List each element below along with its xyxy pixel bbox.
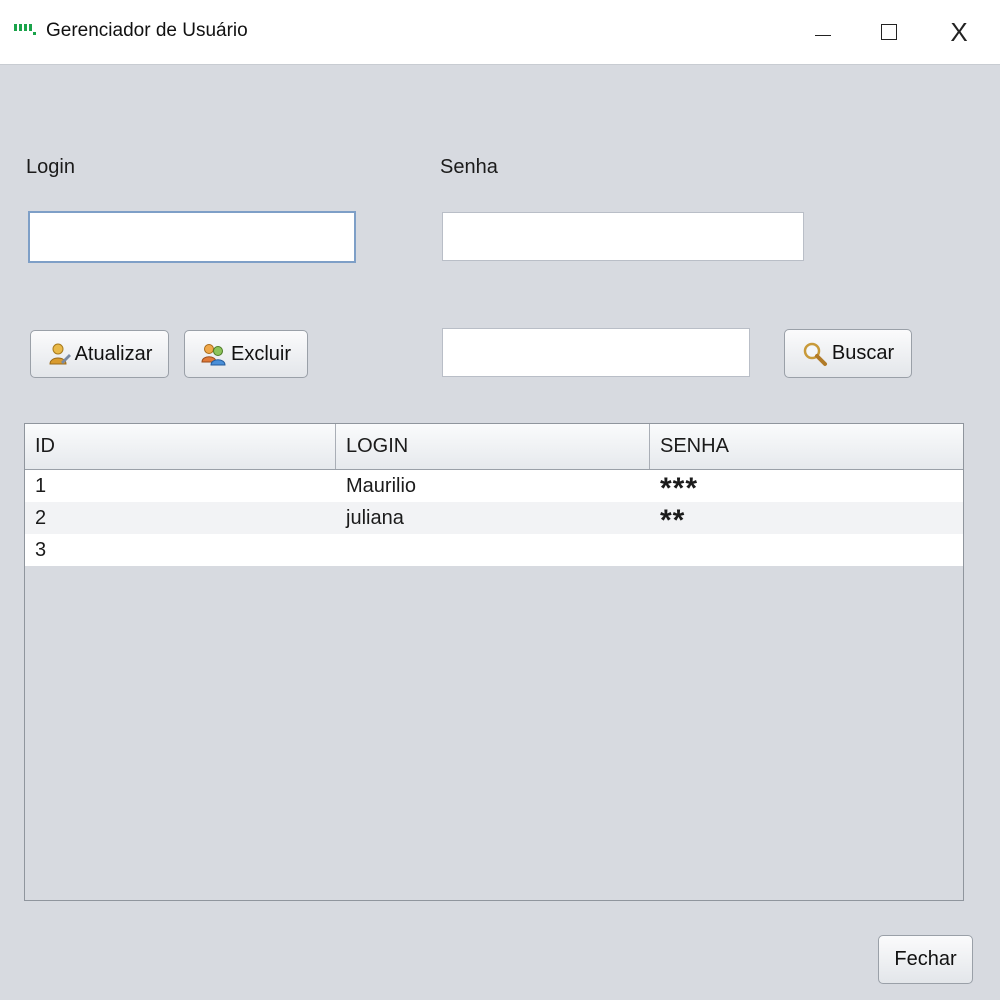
table-row[interactable]: 1 Maurilio *** — [25, 470, 963, 505]
table-row[interactable]: 3 — [25, 534, 963, 566]
close-icon: X — [950, 16, 968, 47]
senha-input[interactable] — [442, 212, 804, 261]
fechar-label: Fechar — [894, 948, 957, 970]
minimize-icon — [815, 34, 831, 36]
cell-login: Maurilio — [346, 474, 417, 497]
maximize-button[interactable] — [866, 14, 912, 50]
user-edit-icon — [49, 343, 71, 365]
login-input[interactable] — [28, 211, 356, 263]
buscar-label: Buscar — [831, 342, 895, 364]
table-row[interactable]: 2 juliana ** — [25, 502, 963, 537]
search-input[interactable] — [442, 328, 750, 377]
column-header-login[interactable]: LOGIN — [336, 424, 650, 469]
fechar-button[interactable]: Fechar — [878, 935, 973, 984]
close-button[interactable]: X — [936, 14, 982, 50]
table-header: ID LOGIN SENHA — [25, 424, 963, 470]
app-icon — [14, 24, 36, 35]
excluir-button[interactable]: Excluir — [184, 330, 308, 378]
maximize-icon — [881, 24, 897, 40]
cell-senha — [650, 534, 963, 566]
title-bar: Gerenciador de Usuário X — [0, 0, 1000, 65]
minimize-button[interactable] — [800, 14, 846, 50]
buscar-button[interactable]: Buscar — [784, 329, 912, 378]
window-title: Gerenciador de Usuário — [46, 20, 248, 41]
senha-label: Senha — [440, 156, 498, 178]
cell-senha: ** — [660, 504, 686, 537]
atualizar-button[interactable]: Atualizar — [30, 330, 169, 378]
cell-login: juliana — [346, 506, 404, 529]
cell-id: 1 — [35, 474, 47, 497]
cell-login — [336, 534, 650, 566]
users-delete-icon — [201, 344, 226, 366]
cell-id: 2 — [35, 506, 47, 529]
column-header-id[interactable]: ID — [25, 424, 336, 469]
magnifier-icon — [803, 342, 827, 366]
login-label: Login — [26, 156, 75, 178]
cell-id: 3 — [35, 538, 47, 561]
excluir-label: Excluir — [230, 342, 291, 365]
cell-senha: *** — [660, 472, 699, 505]
users-table[interactable]: ID LOGIN SENHA 1 Maurilio *** 2 juliana … — [24, 423, 964, 901]
atualizar-label: Atualizar — [74, 342, 153, 365]
column-header-senha[interactable]: SENHA — [650, 424, 963, 469]
